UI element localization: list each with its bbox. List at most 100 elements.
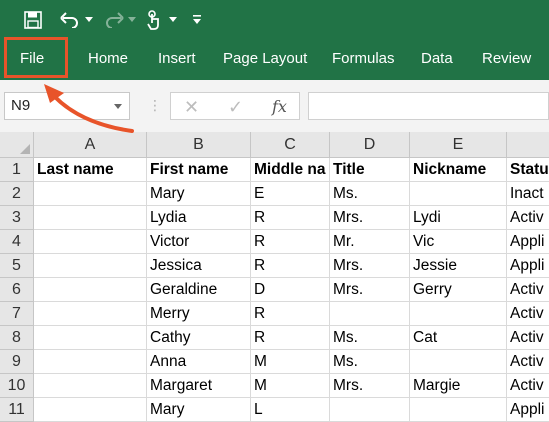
table-cell[interactable]: Gerry (410, 278, 507, 302)
column-header[interactable]: C (251, 132, 330, 158)
cancel-icon[interactable]: ✕ (184, 93, 199, 121)
table-cell[interactable]: Ms. (330, 326, 410, 350)
row-header[interactable]: 9 (0, 350, 34, 374)
header-cell[interactable]: Nickname (410, 158, 507, 182)
table-cell[interactable] (410, 398, 507, 422)
function-icon[interactable]: fx (272, 93, 287, 121)
table-cell[interactable]: Activ (507, 350, 549, 374)
table-cell[interactable]: Geraldine (147, 278, 251, 302)
table-cell[interactable]: E (251, 182, 330, 206)
table-cell[interactable]: R (251, 326, 330, 350)
table-cell[interactable]: Jessica (147, 254, 251, 278)
table-cell[interactable]: Lydia (147, 206, 251, 230)
column-header[interactable]: A (34, 132, 147, 158)
save-icon[interactable] (20, 7, 46, 33)
enter-icon[interactable]: ✓ (228, 93, 243, 121)
table-cell[interactable] (330, 398, 410, 422)
table-cell[interactable]: Appli (507, 398, 549, 422)
table-cell[interactable]: Activ (507, 326, 549, 350)
redo-icon[interactable] (102, 7, 126, 33)
column-header[interactable]: E (410, 132, 507, 158)
touch-mode-icon[interactable] (143, 7, 165, 33)
table-cell[interactable]: Margie (410, 374, 507, 398)
table-cell[interactable]: Appli (507, 230, 549, 254)
table-cell[interactable]: Mr. (330, 230, 410, 254)
table-cell[interactable] (410, 182, 507, 206)
table-cell[interactable]: Lydi (410, 206, 507, 230)
touch-mode-dropdown-icon[interactable] (168, 7, 178, 33)
header-cell[interactable]: First name (147, 158, 251, 182)
table-cell[interactable]: Appli (507, 254, 549, 278)
tab-data[interactable]: Data (421, 40, 453, 80)
undo-dropdown-icon[interactable] (84, 7, 94, 33)
table-cell[interactable]: Vic (410, 230, 507, 254)
table-cell[interactable] (34, 254, 147, 278)
table-cell[interactable] (34, 374, 147, 398)
table-cell[interactable]: R (251, 206, 330, 230)
table-cell[interactable]: R (251, 254, 330, 278)
table-cell[interactable] (410, 350, 507, 374)
row-header[interactable]: 2 (0, 182, 34, 206)
table-cell[interactable]: Activ (507, 302, 549, 326)
table-cell[interactable]: Activ (507, 374, 549, 398)
table-cell[interactable]: Margaret (147, 374, 251, 398)
header-cell[interactable]: Middle na (251, 158, 330, 182)
table-cell[interactable]: M (251, 374, 330, 398)
row-header[interactable]: 1 (0, 158, 34, 182)
table-cell[interactable]: Anna (147, 350, 251, 374)
table-cell[interactable] (34, 230, 147, 254)
row-header[interactable]: 7 (0, 302, 34, 326)
table-cell[interactable] (34, 206, 147, 230)
formula-input[interactable] (308, 92, 549, 120)
table-cell[interactable]: R (251, 230, 330, 254)
table-cell[interactable] (34, 302, 147, 326)
row-header[interactable]: 4 (0, 230, 34, 254)
table-cell[interactable] (34, 326, 147, 350)
customize-qat-icon[interactable] (190, 7, 204, 33)
tab-home[interactable]: Home (88, 40, 128, 80)
table-cell[interactable]: Ms. (330, 182, 410, 206)
header-cell[interactable]: Last name (34, 158, 147, 182)
table-cell[interactable] (330, 302, 410, 326)
formula-bar-separator[interactable]: ⋮ (148, 97, 162, 114)
header-cell[interactable]: Title (330, 158, 410, 182)
table-cell[interactable]: Mrs. (330, 206, 410, 230)
table-cell[interactable]: Mrs. (330, 278, 410, 302)
table-cell[interactable]: L (251, 398, 330, 422)
table-cell[interactable]: Inact (507, 182, 549, 206)
column-header[interactable] (507, 132, 549, 158)
table-cell[interactable]: Mary (147, 398, 251, 422)
table-cell[interactable]: Jessie (410, 254, 507, 278)
column-header[interactable]: D (330, 132, 410, 158)
row-header[interactable]: 6 (0, 278, 34, 302)
name-box-dropdown-icon[interactable] (114, 104, 122, 109)
table-cell[interactable]: D (251, 278, 330, 302)
table-cell[interactable]: M (251, 350, 330, 374)
row-header[interactable]: 8 (0, 326, 34, 350)
column-header[interactable]: B (147, 132, 251, 158)
table-cell[interactable]: Mary (147, 182, 251, 206)
select-all-corner[interactable] (0, 132, 34, 158)
tab-formulas[interactable]: Formulas (332, 40, 395, 80)
row-header[interactable]: 3 (0, 206, 34, 230)
tab-page-layout[interactable]: Page Layout (223, 40, 307, 80)
table-cell[interactable]: Activ (507, 206, 549, 230)
table-cell[interactable]: Activ (507, 278, 549, 302)
tab-insert[interactable]: Insert (158, 40, 196, 80)
table-cell[interactable]: Cat (410, 326, 507, 350)
table-cell[interactable] (410, 302, 507, 326)
table-cell[interactable] (34, 398, 147, 422)
row-header[interactable]: 10 (0, 374, 34, 398)
table-cell[interactable] (34, 350, 147, 374)
table-cell[interactable]: Mrs. (330, 254, 410, 278)
undo-icon[interactable] (58, 7, 82, 33)
table-cell[interactable]: Victor (147, 230, 251, 254)
table-cell[interactable]: R (251, 302, 330, 326)
row-header[interactable]: 5 (0, 254, 34, 278)
table-cell[interactable] (34, 278, 147, 302)
tab-review[interactable]: Review (482, 40, 531, 80)
table-cell[interactable]: Merry (147, 302, 251, 326)
row-header[interactable]: 11 (0, 398, 34, 422)
table-cell[interactable] (34, 182, 147, 206)
name-box[interactable]: N9 (4, 92, 130, 120)
